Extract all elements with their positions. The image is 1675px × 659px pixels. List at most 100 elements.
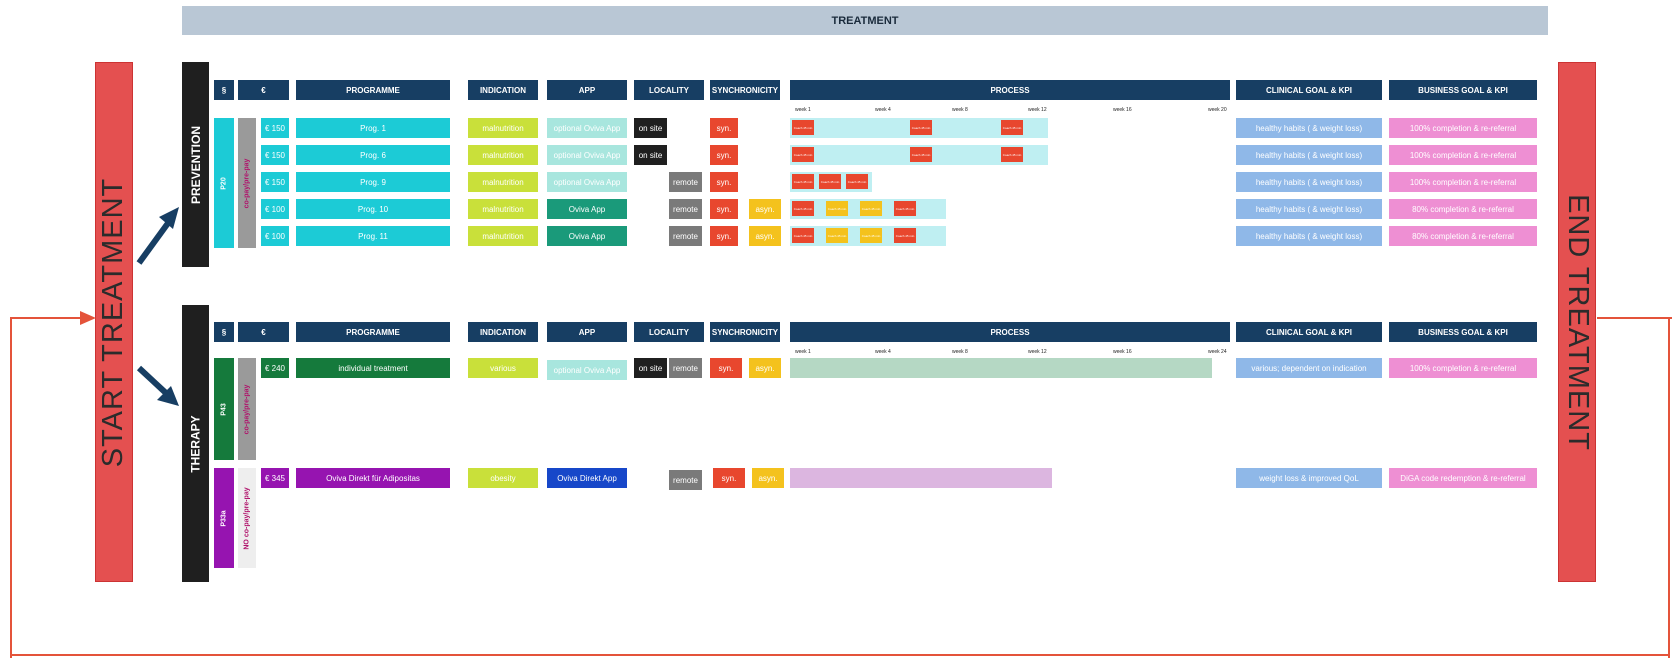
price-cell: € 150 [261,145,289,165]
therapy-para-bar-2: P33a [214,468,234,568]
business-cell: DiGA code redemption & re-referral [1389,468,1537,488]
therapy-section-bar: THERAPY [182,305,209,582]
price-cell: € 150 [261,172,289,192]
arrow-to-therapy-icon [136,365,179,406]
loop-line-left [10,317,90,319]
week-label: week 8 [952,107,968,113]
coach-session-box: Coach 45 min [860,201,882,216]
loop-arrow-icon [80,311,96,325]
header-synchronicity-2: SYNCHRONICITY [710,322,780,342]
coach-session-box: Coach 45 min [846,174,868,189]
process-bar-therapy-1 [790,358,1212,378]
syn-cell: syn. [710,118,738,138]
price-cell: € 240 [261,358,289,378]
app-cell: Oviva App [547,226,627,246]
indication-cell: malnutrition [468,118,538,138]
syn-cell: syn. [710,226,738,246]
locality-cell: remote [669,199,702,219]
price-cell: € 100 [261,199,289,219]
locality-cell: remote [669,226,702,246]
week-label: week 20 [1208,107,1227,113]
coach-session-box: Coach 45 min [1001,147,1023,162]
indication-cell: malnutrition [468,145,538,165]
week-label: week 16 [1113,107,1132,113]
header-price: € [238,80,289,100]
clinical-cell: healthy habits ( & weight loss) [1236,199,1382,219]
clinical-cell: healthy habits ( & weight loss) [1236,118,1382,138]
programme-cell: Prog. 9 [296,172,450,192]
programme-cell: Prog. 6 [296,145,450,165]
app-cell: optional Oviva App [547,145,627,165]
app-cell: optional Oviva App [547,360,627,380]
header-locality: LOCALITY [634,80,704,100]
indication-cell: various [468,358,538,378]
coach-session-box: Coach 45 min [819,174,841,189]
clinical-cell: healthy habits ( & weight loss) [1236,145,1382,165]
coach-session-box: Coach 45 min [826,228,848,243]
header-para: § [214,80,234,100]
syn-cell: syn. [710,145,738,165]
header-process: PROCESS [790,80,1230,100]
price-cell: € 345 [261,468,289,488]
app-cell: Oviva App [547,199,627,219]
asyn-cell: asyn. [749,199,781,219]
coach-session-box: Coach 45 min [792,174,814,189]
prevention-section-bar: PREVENTION [182,62,209,267]
week-label: week 1 [795,107,811,113]
header-indication: INDICATION [468,80,538,100]
syn-cell: syn. [710,358,742,378]
week-label: week 4 [875,349,891,355]
therapy-para-label-1: P43 [220,402,228,416]
coach-session-box: Coach 45 min [792,228,814,243]
syn-cell: syn. [710,199,738,219]
clinical-cell: various; dependent on indication [1236,358,1382,378]
prevention-para-bar: P20 [214,118,234,248]
header-price-2: € [238,322,289,342]
therapy-para-label-2: P33a [220,509,228,527]
clinical-cell: weight loss & improved QoL [1236,468,1382,488]
indication-cell: malnutrition [468,226,538,246]
loop-line-vertical-right [1668,317,1670,658]
clinical-cell: healthy habits ( & weight loss) [1236,226,1382,246]
coach-session-box: Coach 45 min [792,120,814,135]
asyn-cell: asyn. [752,468,784,488]
asyn-cell: asyn. [749,226,781,246]
coach-session-box: Coach 45 min [792,147,814,162]
header-locality-2: LOCALITY [634,322,704,342]
week-label: week 12 [1028,107,1047,113]
week-label: week 24 [1208,349,1227,355]
locality-remote: remote [669,358,702,378]
header-programme-2: PROGRAMME [296,322,450,342]
loop-line-vertical-left [10,317,12,658]
locality-remote: remote [669,470,702,490]
header-clinical-2: CLINICAL GOAL & KPI [1236,322,1382,342]
header-business-2: BUSINESS GOAL & KPI [1389,322,1537,342]
coach-session-box: Coach 45 min [894,201,916,216]
business-cell: 100% completion & re-referral [1389,145,1537,165]
locality-cell: on site [634,118,667,138]
coach-session-box: Coach 45 min [792,201,814,216]
locality-cell: remote [669,172,702,192]
header-process-2: PROCESS [790,322,1230,342]
coach-session-box: Coach 45 min [910,147,932,162]
business-cell: 100% completion & re-referral [1389,172,1537,192]
arrow-to-prevention-icon [136,207,179,265]
header-clinical: CLINICAL GOAL & KPI [1236,80,1382,100]
header-app-2: APP [547,322,627,342]
programme-cell: Oviva Direkt für Adipositas [296,468,450,488]
programme-cell: Prog. 1 [296,118,450,138]
locality-cell: on site [634,145,667,165]
business-cell: 100% completion & re-referral [1389,118,1537,138]
clinical-cell: healthy habits ( & weight loss) [1236,172,1382,192]
programme-cell: individual treatment [296,358,450,378]
syn-cell: syn. [713,468,745,488]
week-label: week 12 [1028,349,1047,355]
business-cell: 80% completion & re-referral [1389,199,1537,219]
prevention-para-label: P20 [220,176,228,190]
price-cell: € 150 [261,118,289,138]
app-cell: optional Oviva App [547,118,627,138]
treatment-title: TREATMENT [831,14,899,27]
prevention-payment-bar: co-pay/pre-pay [238,118,256,248]
coach-session-box: Coach 45 min [910,120,932,135]
header-indication-2: INDICATION [468,322,538,342]
